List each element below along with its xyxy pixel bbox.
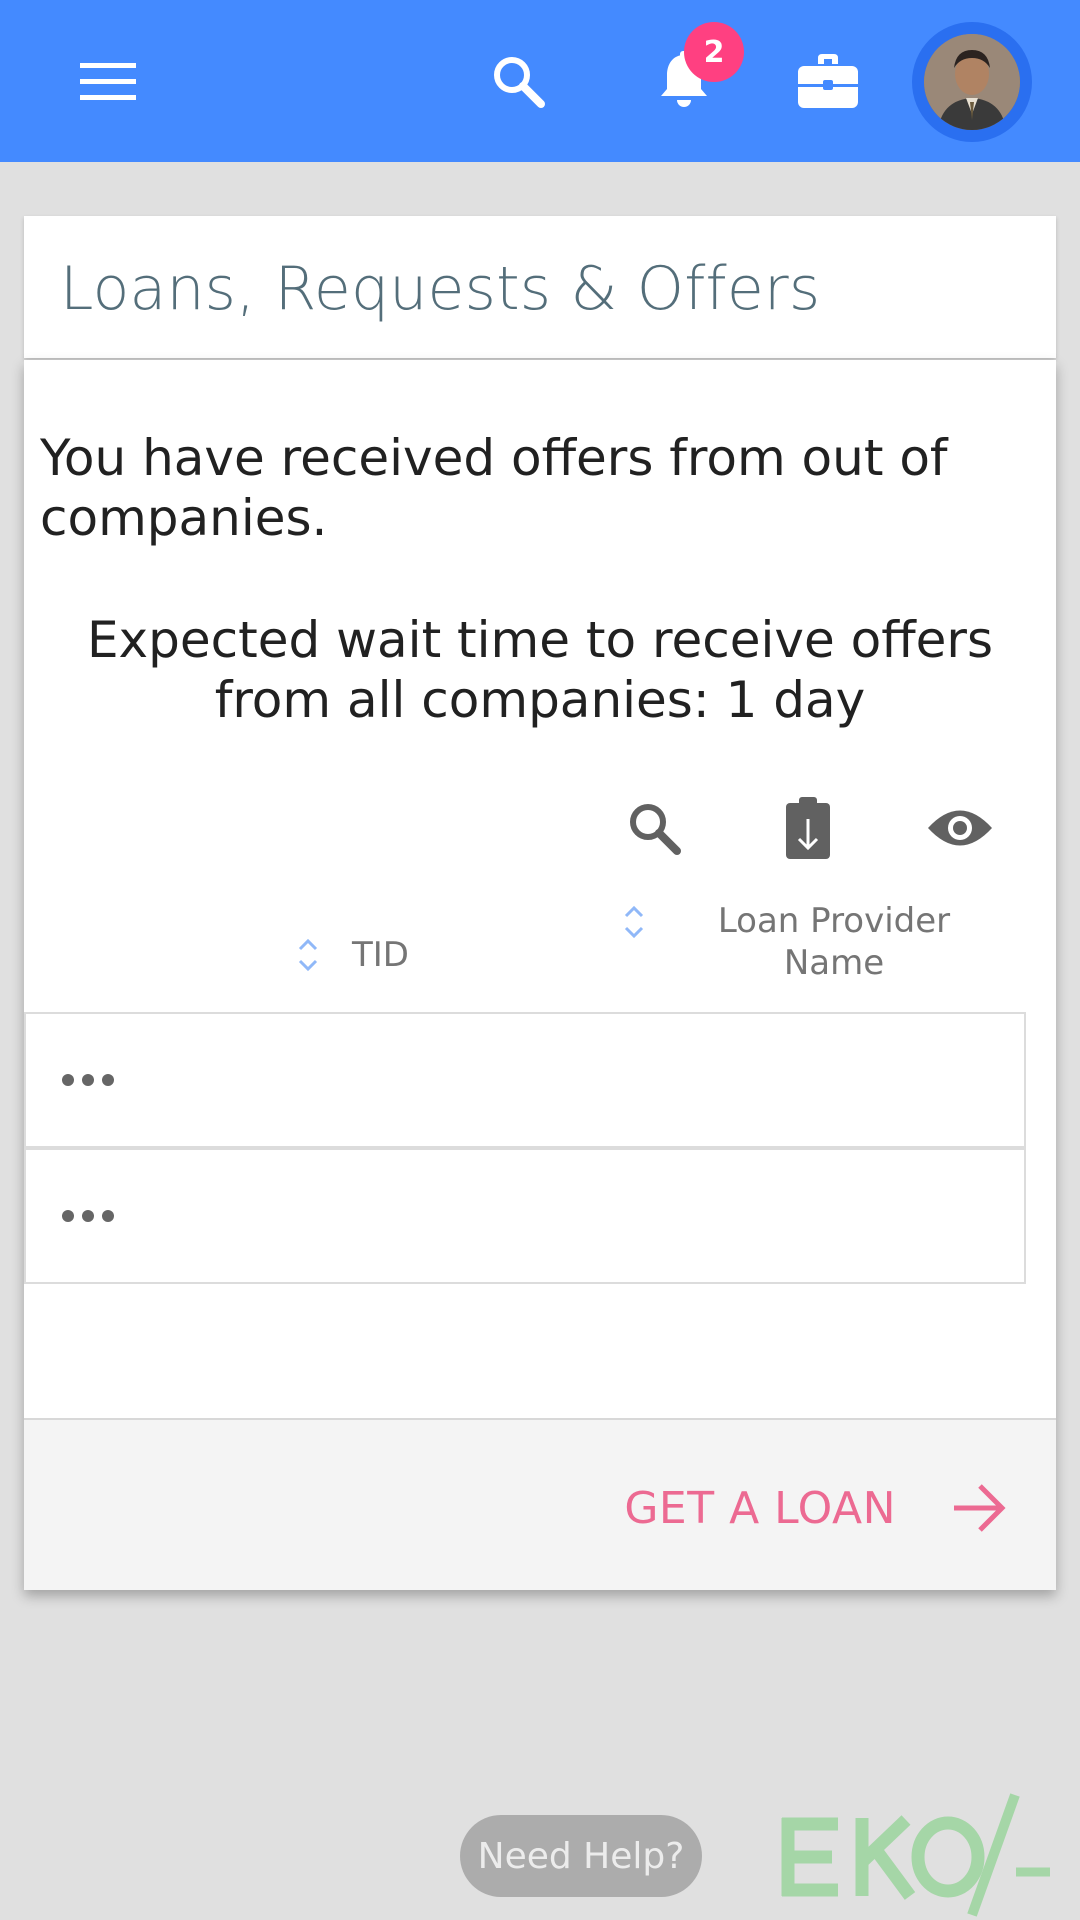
top-app-bar: 2 xyxy=(0,0,1080,162)
sort-icon xyxy=(298,938,318,972)
menu-icon xyxy=(80,63,136,100)
search-icon xyxy=(630,804,681,855)
menu-button[interactable] xyxy=(60,41,156,121)
notification-badge: 2 xyxy=(684,22,744,82)
offers-message: You have received offers from out of com… xyxy=(40,429,948,547)
more-options-icon xyxy=(62,1210,114,1222)
avatar-photo xyxy=(924,34,1020,130)
eko-logo xyxy=(781,1793,1050,1917)
search-button[interactable] xyxy=(470,41,566,121)
clipboard-download-icon xyxy=(786,797,830,859)
table-row[interactable] xyxy=(24,1012,1026,1148)
get-a-loan-label: GET A LOAN xyxy=(624,1482,896,1534)
table-row[interactable] xyxy=(24,1148,1026,1284)
search-icon xyxy=(494,57,545,108)
portfolio-button[interactable] xyxy=(780,41,876,121)
title-card: Loans, Requests & Offers xyxy=(24,216,1056,358)
table-search-button[interactable] xyxy=(606,780,702,876)
get-a-loan-button[interactable]: GET A LOAN xyxy=(624,1470,1006,1546)
more-options-icon xyxy=(62,1074,114,1086)
user-avatar[interactable] xyxy=(912,22,1032,142)
arrow-right-icon xyxy=(954,1484,1006,1532)
column-label: TID xyxy=(352,935,409,975)
sort-icon xyxy=(624,905,644,939)
view-button[interactable] xyxy=(912,780,1008,876)
page-title: Loans, Requests & Offers xyxy=(60,254,821,324)
card-footer: GET A LOAN xyxy=(24,1418,1056,1590)
eye-icon xyxy=(928,810,992,846)
column-header-tid[interactable]: TID xyxy=(294,920,409,990)
need-help-button[interactable]: Need Help? xyxy=(460,1815,702,1897)
column-label: Loan Provider Name xyxy=(717,901,951,983)
wait-time-message: Expected wait time to receive offers fro… xyxy=(86,611,994,729)
briefcase-icon xyxy=(798,54,858,108)
export-button[interactable] xyxy=(760,780,856,876)
loans-card: You have received offers from out of com… xyxy=(24,360,1056,1590)
